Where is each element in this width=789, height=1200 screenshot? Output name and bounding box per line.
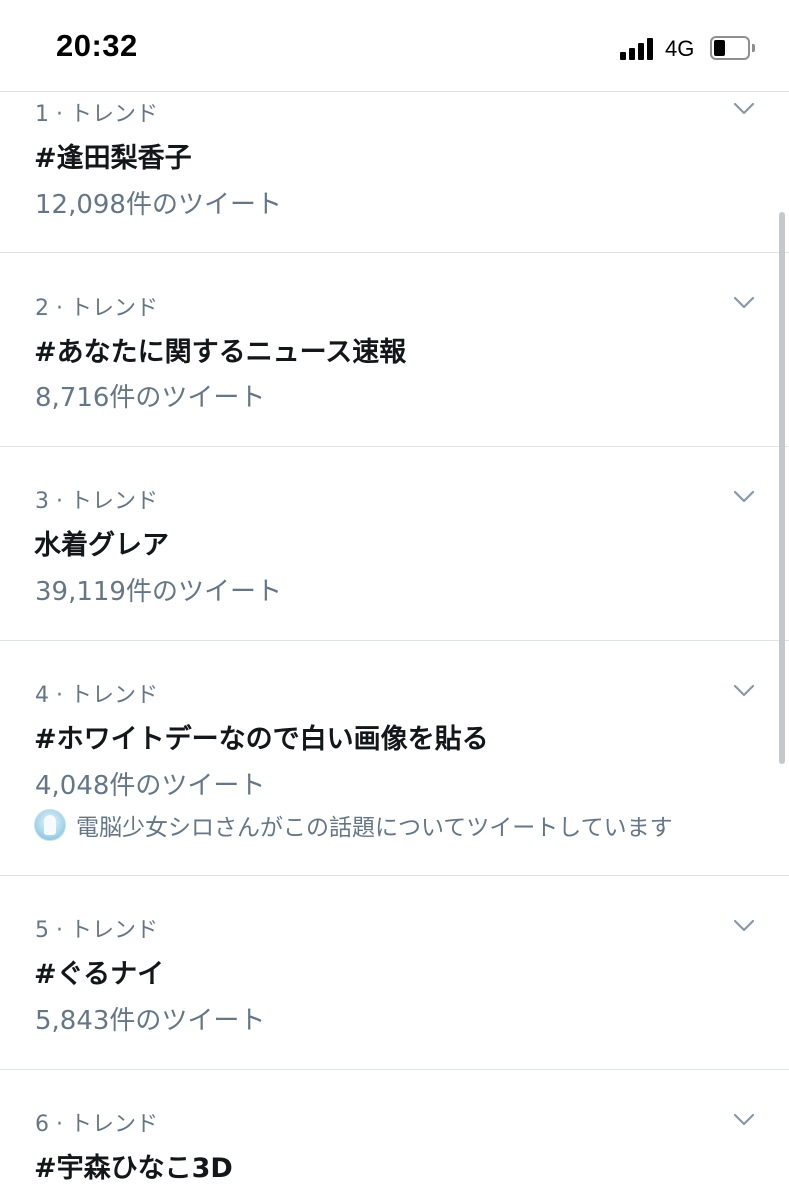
network-type: 4G bbox=[665, 36, 695, 61]
status-bar: 20:32 4G bbox=[0, 0, 789, 92]
trend-name: #ぐるナイ bbox=[34, 959, 165, 990]
chevron-down-icon[interactable] bbox=[733, 296, 755, 310]
trend-name: 水着グレア bbox=[34, 530, 169, 561]
chevron-down-icon[interactable] bbox=[733, 1113, 755, 1127]
trend-name: #逢田梨香子 bbox=[34, 143, 192, 174]
trend-rank: 5 · トレンド bbox=[35, 918, 158, 943]
trend-rank: 3 · トレンド bbox=[35, 489, 158, 514]
trend-item[interactable]: 5 · トレンド #ぐるナイ 5,843件のツイート bbox=[0, 876, 789, 1070]
trend-context: 電脳少女シロさんがこの話題についてツイートしています bbox=[34, 808, 673, 842]
scrollbar[interactable] bbox=[779, 212, 785, 764]
trend-rank: 6 · トレンド bbox=[35, 1112, 158, 1137]
trend-tweet-count: 5,843件のツイート bbox=[35, 1006, 266, 1036]
avatar bbox=[34, 809, 66, 841]
trend-item[interactable]: 1 · トレンド #逢田梨香子 12,098件のツイート bbox=[0, 92, 789, 253]
trend-rank: 1 · トレンド bbox=[35, 102, 158, 127]
trend-rank: 4 · トレンド bbox=[35, 683, 158, 708]
trends-list: 1 · トレンド #逢田梨香子 12,098件のツイート 2 · トレンド #あ… bbox=[0, 92, 789, 1200]
trend-tweet-count: 8,716件のツイート bbox=[35, 383, 266, 413]
trend-context-text: 電脳少女シロさんがこの話題についてツイートしています bbox=[76, 815, 673, 841]
trend-name: #ホワイトデーなので白い画像を貼る bbox=[34, 724, 489, 755]
battery-icon bbox=[710, 36, 755, 60]
trend-item[interactable]: 3 · トレンド 水着グレア 39,119件のツイート bbox=[0, 447, 789, 641]
trend-rank: 2 · トレンド bbox=[35, 296, 158, 321]
trend-item[interactable]: 6 · トレンド #宇森ひなこ3D bbox=[0, 1070, 789, 1200]
trend-tweet-count: 4,048件のツイート bbox=[35, 771, 266, 801]
trend-item[interactable]: 2 · トレンド #あなたに関するニュース速報 8,716件のツイート bbox=[0, 253, 789, 447]
chevron-down-icon[interactable] bbox=[733, 684, 755, 698]
trend-tweet-count: 39,119件のツイート bbox=[35, 577, 282, 607]
trend-tweet-count: 12,098件のツイート bbox=[35, 190, 282, 220]
chevron-down-icon[interactable] bbox=[733, 490, 755, 504]
trend-name: #あなたに関するニュース速報 bbox=[34, 337, 407, 368]
chevron-down-icon[interactable] bbox=[733, 102, 755, 116]
trend-name: #宇森ひなこ3D bbox=[34, 1153, 233, 1184]
cellular-signal-icon bbox=[620, 38, 654, 60]
chevron-down-icon[interactable] bbox=[733, 919, 755, 933]
trend-item[interactable]: 4 · トレンド #ホワイトデーなので白い画像を貼る 4,048件のツイート 電… bbox=[0, 641, 789, 876]
status-time: 20:32 bbox=[56, 28, 138, 63]
